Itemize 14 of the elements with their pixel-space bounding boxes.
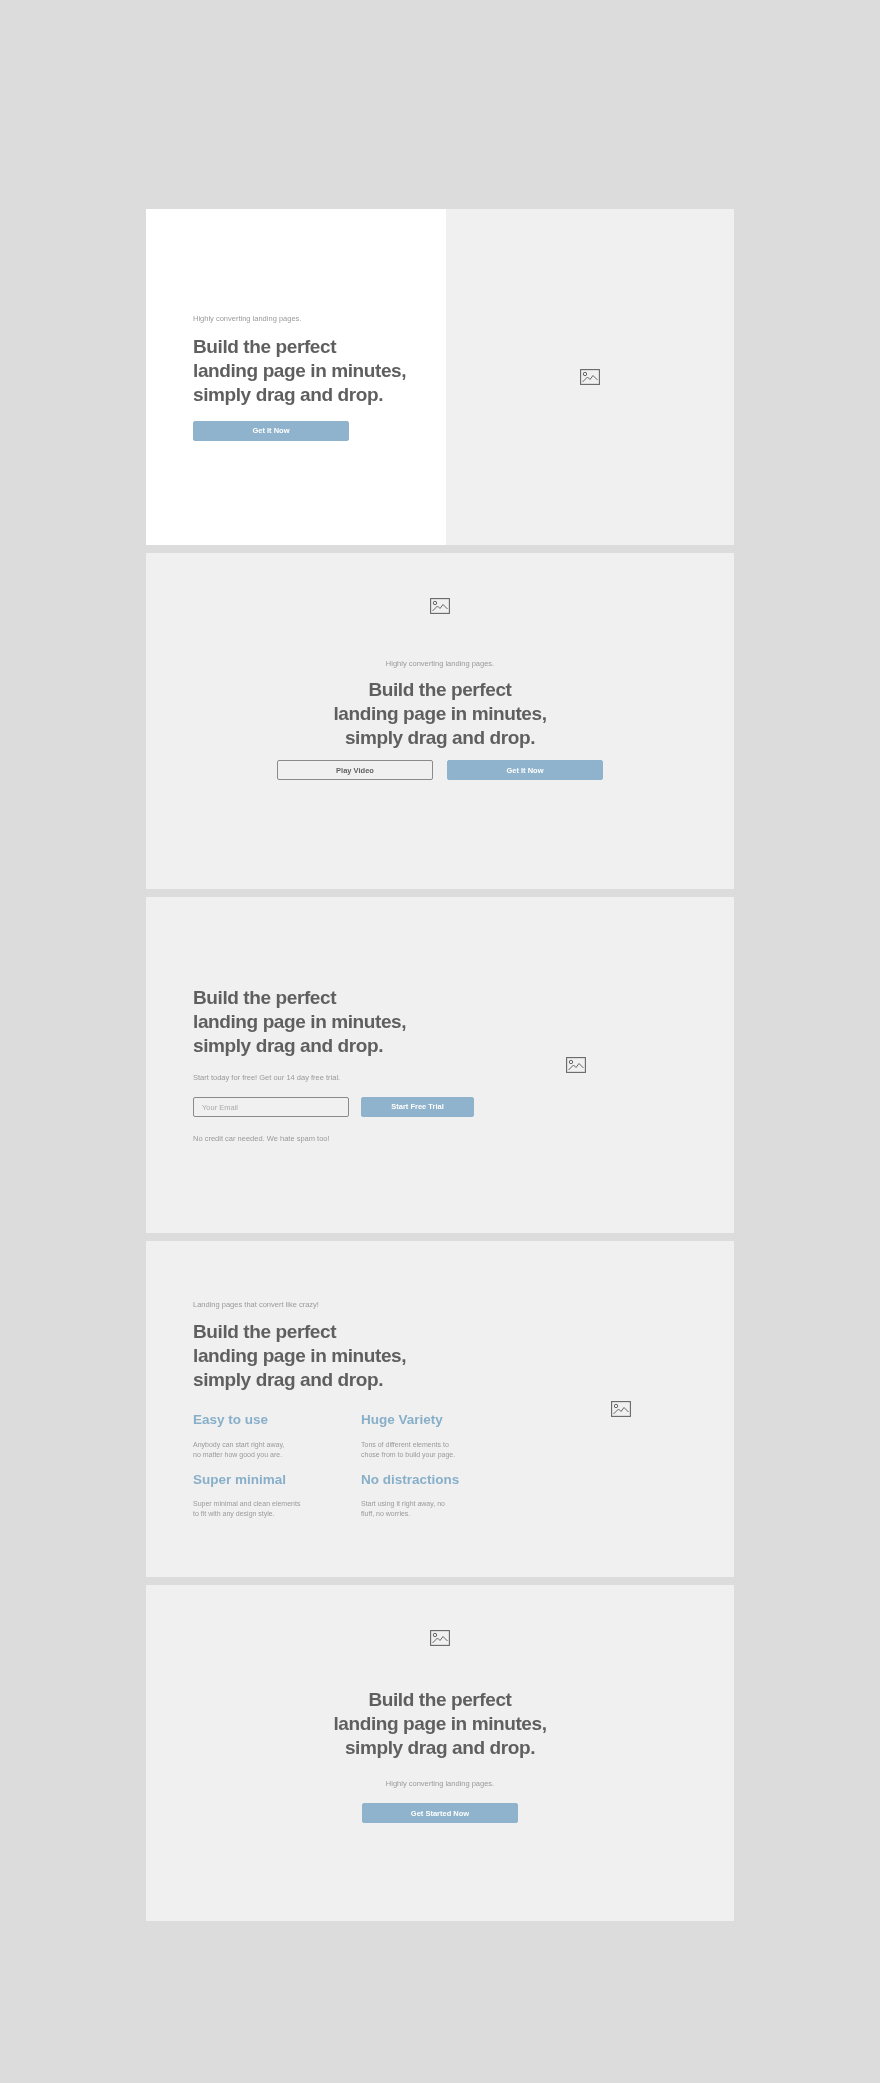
headline: Build the perfect landing page in minutes, simply drag and drop. [193,1320,408,1393]
headline: Build the perfect landing page in minutes, simply drag and drop. [333,678,547,751]
feature-title: Easy to use [193,1412,270,1429]
feature-title: Super minimal [193,1471,288,1488]
headline: Build the perfect landing page in minutes, simply drag and drop. [333,1688,547,1760]
image-icon [566,1057,586,1073]
headline: Build the perfect landing page in minutes, simply drag and drop. [193,334,408,407]
image-icon [611,1401,631,1417]
image-icon [430,1630,450,1646]
feature-title: Huge Variety [361,1412,444,1429]
feature-title: No distractions [361,1471,461,1488]
image-icon [580,369,600,385]
image-icon [430,598,450,614]
headline: Build the perfect landing page in minutes, simply drag and drop. [193,985,408,1058]
